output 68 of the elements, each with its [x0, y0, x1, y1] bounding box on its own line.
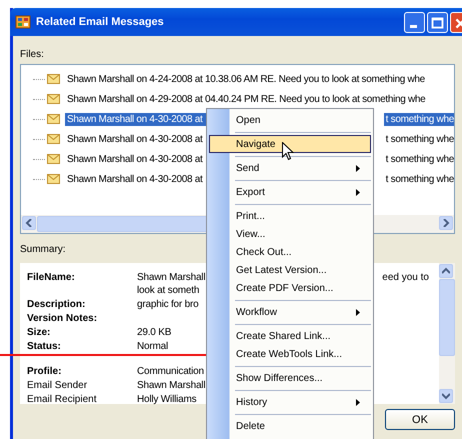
- field-value: graphic for bro: [137, 298, 198, 311]
- menu-item[interactable]: Print...: [209, 207, 371, 225]
- mouse-pointer-icon: [282, 142, 294, 161]
- minimize-icon: [410, 24, 417, 28]
- summary-label: Summary:: [20, 244, 66, 257]
- field-value: Normal: [137, 340, 168, 353]
- field-name: Profile:: [27, 365, 62, 378]
- field-value: look at someth: [137, 284, 200, 297]
- menu-item[interactable]: Get Latest Version...: [209, 261, 371, 279]
- minimize-button[interactable]: [404, 12, 425, 32]
- scroll-left-button[interactable]: [22, 216, 36, 230]
- chevron-up-icon: [442, 267, 450, 275]
- envelope-icon: [47, 74, 60, 84]
- scrollbar-thumb[interactable]: [439, 279, 455, 356]
- file-item[interactable]: Shawn Marshall on 4-30-2008 at: [65, 132, 205, 146]
- menu-item[interactable]: Delete: [209, 417, 371, 435]
- scroll-right-button[interactable]: [439, 216, 453, 230]
- window-title: Related Email Messages: [36, 16, 165, 28]
- scroll-down-button[interactable]: [439, 389, 453, 403]
- chevron-left-icon: [25, 219, 33, 227]
- file-item-text: t something whe: [384, 112, 454, 126]
- field-value: 29.0 KB: [137, 326, 172, 339]
- submenu-arrow-icon: [356, 308, 360, 316]
- field-name: Status:: [27, 340, 62, 353]
- menu-item[interactable]: Check Out...: [209, 243, 371, 261]
- submenu-arrow-icon: [356, 188, 360, 196]
- envelope-icon: [47, 134, 60, 144]
- menu-item[interactable]: Navigate: [209, 135, 371, 153]
- envelope-icon: [47, 114, 60, 124]
- field-value: Shawn Marshall: [137, 271, 206, 284]
- file-item-text: t something whe: [384, 152, 454, 166]
- submenu-arrow-icon: [356, 164, 360, 172]
- ok-button[interactable]: OK: [385, 409, 455, 430]
- submenu-arrow-icon: [356, 398, 360, 406]
- field-value: eed you to: [382, 271, 429, 285]
- field-name: Size:: [27, 326, 52, 339]
- field-name: Email Recipient: [27, 393, 98, 406]
- menu-item[interactable]: Create Shared Link...: [209, 327, 371, 345]
- envelope-icon: [47, 174, 60, 184]
- scroll-up-button[interactable]: [439, 264, 453, 278]
- menu-item[interactable]: Export: [209, 183, 371, 201]
- field-name: Email Sender: [27, 379, 88, 392]
- files-label: Files:: [20, 49, 44, 62]
- field-name: Description:: [27, 298, 86, 311]
- menu-item[interactable]: Create PDF Version...: [209, 279, 371, 297]
- window-icon: [15, 14, 31, 30]
- file-item[interactable]: Shawn Marshall on 4-30-2008 at: [65, 152, 205, 166]
- chevron-right-icon: [442, 219, 450, 227]
- menu-item[interactable]: Show Differences...: [209, 369, 371, 387]
- menu-item[interactable]: Send: [209, 159, 371, 177]
- menu-item[interactable]: Workflow: [209, 303, 371, 321]
- envelope-icon: [47, 94, 60, 104]
- chevron-down-icon: [442, 392, 450, 400]
- file-item[interactable]: Shawn Marshall on 4-29-2008 at 04.40.24 PM RE. Need you to look at something whe: [65, 92, 428, 106]
- menu-item[interactable]: History: [209, 393, 371, 411]
- file-item[interactable]: Shawn Marshall on 4-24-2008 at 10.38.06 AM RE. Need you to look at something whe: [65, 72, 427, 86]
- field-name: FileName:: [27, 271, 76, 285]
- envelope-icon: [47, 154, 60, 164]
- field-value: Communication: [137, 365, 204, 378]
- field-name: Version Notes:: [27, 312, 98, 325]
- field-value: Holly Williams: [137, 393, 196, 406]
- file-item[interactable]: Shawn Marshall on 4-30-2008 at: [65, 172, 205, 186]
- file-item-text: t something whe: [384, 132, 454, 146]
- file-item-text: t something whe: [384, 172, 454, 186]
- menu-item[interactable]: Create WebTools Link...: [209, 345, 371, 363]
- field-value: Shawn Marshall: [137, 379, 206, 392]
- menu-item[interactable]: View...: [209, 225, 371, 243]
- maximize-button[interactable]: [427, 12, 448, 32]
